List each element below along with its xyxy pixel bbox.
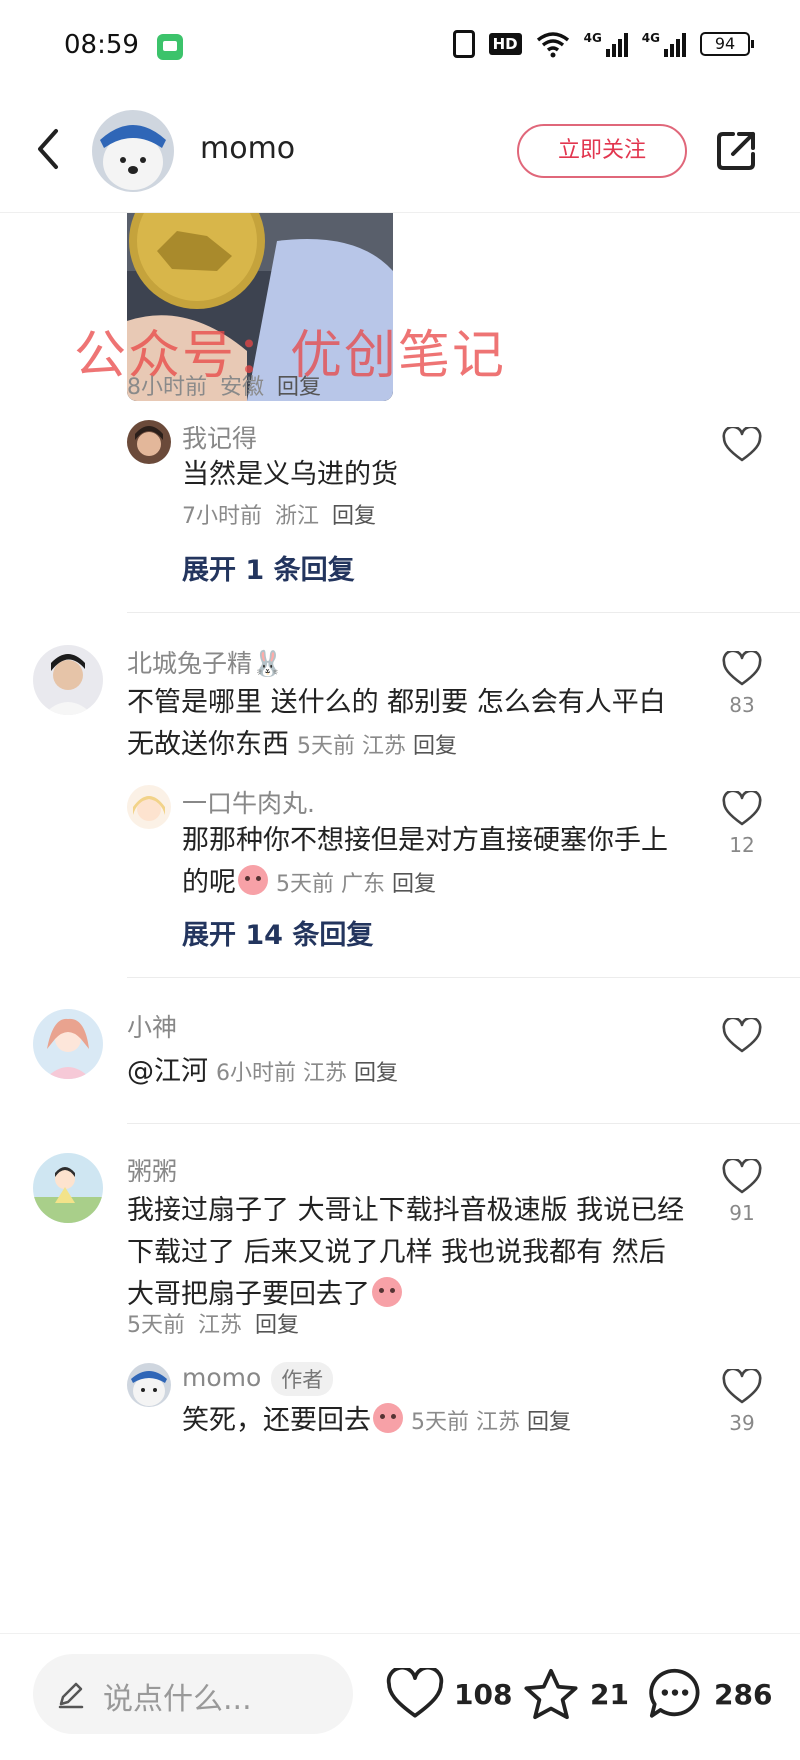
comment-count: 286	[714, 1677, 773, 1711]
comment-input-placeholder: 说点什么...	[103, 1682, 252, 1717]
star-icon	[524, 1668, 578, 1720]
expand-replies-button[interactable]: 展开 14 条回复	[182, 913, 373, 952]
comment-username[interactable]: 小神	[127, 1008, 177, 1044]
reply-link[interactable]: 回复	[527, 1410, 571, 1435]
like-button[interactable]: 108	[386, 1656, 512, 1732]
comment-text: 那那种你不想接但是对方直接硬塞你手上的呢 5天前 广东 回复	[182, 825, 668, 898]
comment-text: 不管是哪里 送什么的 都别要 怎么会有人平白无故送你东西 5天前 江苏 回复	[127, 687, 666, 760]
like-heart-icon[interactable]	[722, 651, 762, 687]
post-location: 安徽	[220, 375, 265, 400]
like-heart-icon[interactable]	[722, 791, 762, 827]
comment-button[interactable]: 286	[646, 1656, 772, 1732]
status-icons: HD 4G 4G 94	[452, 30, 754, 58]
crying-emoji-icon	[238, 865, 268, 895]
hd-icon: HD	[488, 33, 522, 55]
like-heart-icon[interactable]	[722, 1159, 762, 1195]
signal-icon-1: 4G	[584, 31, 628, 57]
message-app-icon	[157, 34, 183, 60]
like-heart-icon[interactable]	[722, 427, 762, 463]
avatar[interactable]	[127, 1363, 171, 1407]
like-count: 108	[454, 1677, 513, 1711]
comment-meta: 7小时前 浙江 回复	[182, 504, 377, 529]
post-reply-link[interactable]: 回复	[277, 375, 321, 400]
divider	[127, 1123, 800, 1124]
like-count: 91	[729, 1201, 755, 1225]
reply-link[interactable]: 回复	[255, 1313, 299, 1338]
avatar[interactable]	[33, 1153, 103, 1223]
crying-emoji-icon	[373, 1403, 403, 1433]
post-meta: 8小时前 安徽 回复	[127, 369, 321, 401]
comment-username[interactable]: 我记得	[182, 419, 257, 455]
pencil-icon	[58, 1682, 84, 1709]
comment-meta: 5天前 江苏 回复	[127, 1313, 300, 1338]
comment-input[interactable]: 说点什么...	[33, 1654, 353, 1734]
crying-emoji-icon	[372, 1277, 402, 1307]
comment-username[interactable]: 北城兔子精🐰	[127, 644, 283, 680]
divider	[127, 612, 800, 613]
favorite-count: 21	[590, 1677, 629, 1711]
reply-link[interactable]: 回复	[354, 1061, 398, 1086]
battery-icon: 94	[700, 32, 754, 56]
avatar[interactable]	[33, 645, 103, 715]
back-button[interactable]	[28, 121, 68, 177]
comment-username[interactable]: 一口牛肉丸.	[182, 784, 315, 820]
comment-text: 我接过扇子了 大哥让下载抖音极速版 我说已经下载过了 后来又说了几样 我也说我都…	[127, 1195, 685, 1310]
like-heart-icon[interactable]	[722, 1018, 762, 1054]
expand-replies-button[interactable]: 展开 1 条回复	[182, 548, 355, 587]
avatar[interactable]	[127, 785, 171, 829]
comment-username[interactable]: 粥粥	[127, 1152, 177, 1188]
comment-text: 笑死，还要回去 5天前 江苏 回复	[182, 1403, 572, 1436]
signal-icon-2: 4G	[642, 31, 686, 57]
status-bar: 08:59 HD 4G 4G 94	[0, 0, 800, 95]
like-heart-icon[interactable]	[722, 1369, 762, 1405]
comment-text: @江河 6小时前 江苏 回复	[127, 1056, 399, 1087]
share-icon[interactable]	[713, 128, 759, 174]
author-badge: 作者	[271, 1362, 334, 1396]
favorite-button[interactable]: 21	[522, 1656, 629, 1732]
bottom-action-bar: 说点什么... 108 21 286	[0, 1633, 800, 1760]
author-name[interactable]: momo	[200, 131, 295, 166]
reply-link[interactable]: 回复	[413, 734, 457, 759]
heart-icon	[386, 1668, 444, 1718]
follow-button[interactable]: 立即关注	[517, 124, 687, 178]
like-count: 83	[729, 693, 755, 717]
reply-link[interactable]: 回复	[392, 872, 436, 897]
wifi-icon	[536, 32, 569, 58]
author-avatar[interactable]	[92, 110, 174, 192]
comment-username[interactable]: momo 作者	[182, 1362, 334, 1396]
status-time: 08:59	[64, 30, 139, 60]
avatar[interactable]	[33, 1009, 103, 1079]
comment-text: 当然是义乌进的货	[182, 459, 398, 490]
header: momo 立即关注	[0, 95, 800, 213]
comment-list[interactable]: 公众号：优创笔记 8小时前 安徽 回复 我记得 当然是义乌进的货 7小时前 浙江…	[0, 213, 800, 1633]
divider	[127, 977, 800, 978]
like-count: 12	[729, 833, 755, 857]
vibrate-icon	[452, 30, 475, 58]
like-count: 39	[729, 1411, 755, 1435]
reply-link[interactable]: 回复	[332, 504, 376, 529]
comment-bubble-icon	[649, 1668, 700, 1718]
post-time: 8小时前	[127, 375, 207, 400]
avatar[interactable]	[127, 420, 171, 464]
